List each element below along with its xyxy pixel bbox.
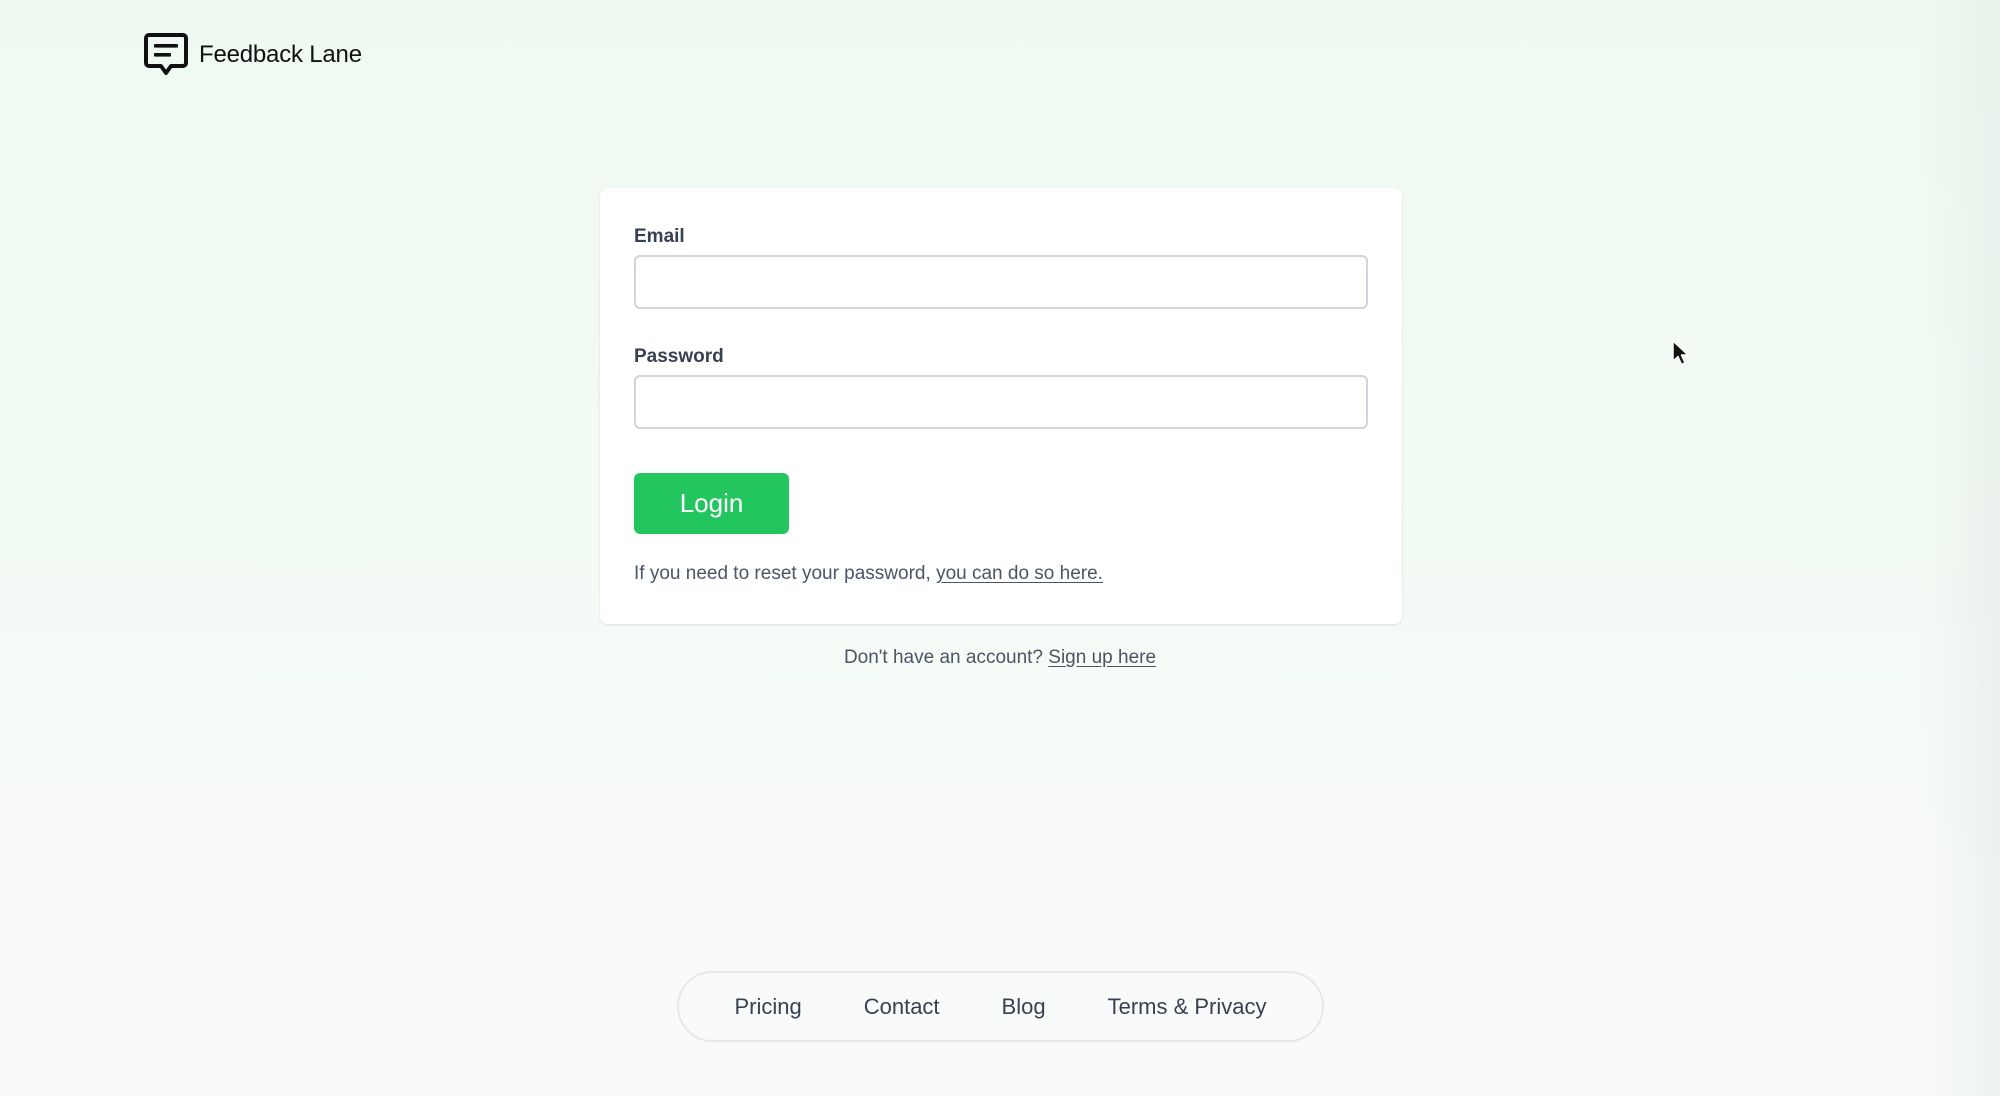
footer-link-contact[interactable]: Contact <box>864 994 940 1020</box>
reset-prefix: If you need to reset your password, <box>634 563 937 584</box>
login-card: Email Password Login If you need to rese… <box>600 188 1402 624</box>
reset-password-text: If you need to reset your password, you … <box>634 563 1103 585</box>
chat-bubble-logo-icon[interactable] <box>143 32 189 78</box>
brand-name[interactable]: Feedback Lane <box>199 41 362 69</box>
signup-prompt: Don't have an account? Sign up here <box>0 647 2000 669</box>
email-field[interactable] <box>634 255 1368 309</box>
footer-link-blog[interactable]: Blog <box>1002 994 1046 1020</box>
password-label: Password <box>634 346 724 367</box>
signup-prefix: Don't have an account? <box>843 647 1049 668</box>
window-edge-shade <box>1920 0 2000 1096</box>
footer-link-pricing[interactable]: Pricing <box>734 994 801 1020</box>
login-button[interactable]: Login <box>634 473 789 534</box>
signup-link[interactable]: Sign up here <box>1048 647 1156 668</box>
footer-link-terms-privacy[interactable]: Terms & Privacy <box>1108 994 1267 1020</box>
reset-password-link[interactable]: you can do so here. <box>936 563 1103 584</box>
password-field[interactable] <box>634 375 1368 429</box>
site-header: Feedback Lane <box>143 32 362 78</box>
footer-nav: Pricing Contact Blog Terms & Privacy <box>677 971 1324 1042</box>
email-label: Email <box>634 226 685 247</box>
mouse-cursor-icon <box>1672 340 1689 366</box>
